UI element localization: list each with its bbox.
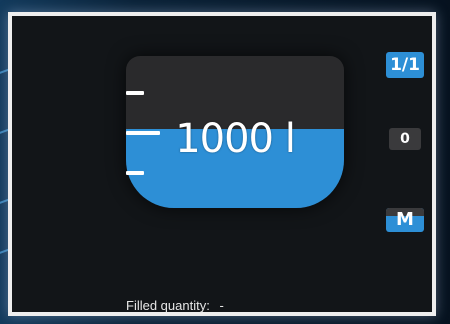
filled-quantity-label: Filled quantity:: [126, 298, 210, 313]
scale-tick-mark: [126, 131, 160, 135]
mode-toggle-button[interactable]: M: [386, 208, 424, 232]
scale-tick-mark: [126, 171, 144, 175]
scale-tick-mark: [126, 91, 144, 95]
tank-level-readout: 1000 l: [175, 116, 296, 162]
mode-label: M: [396, 209, 414, 230]
page-indicator-button[interactable]: 1/1: [386, 52, 424, 78]
filled-quantity-value: -: [219, 298, 224, 313]
screen-background: 1000 l 1/1 0 M Filled quantity: -: [0, 0, 450, 324]
count-value-badge[interactable]: 0: [389, 128, 421, 150]
filled-quantity-status: Filled quantity: -: [126, 298, 224, 313]
tank-panel: 1000 l 1/1 0 M Filled quantity: -: [8, 12, 436, 316]
